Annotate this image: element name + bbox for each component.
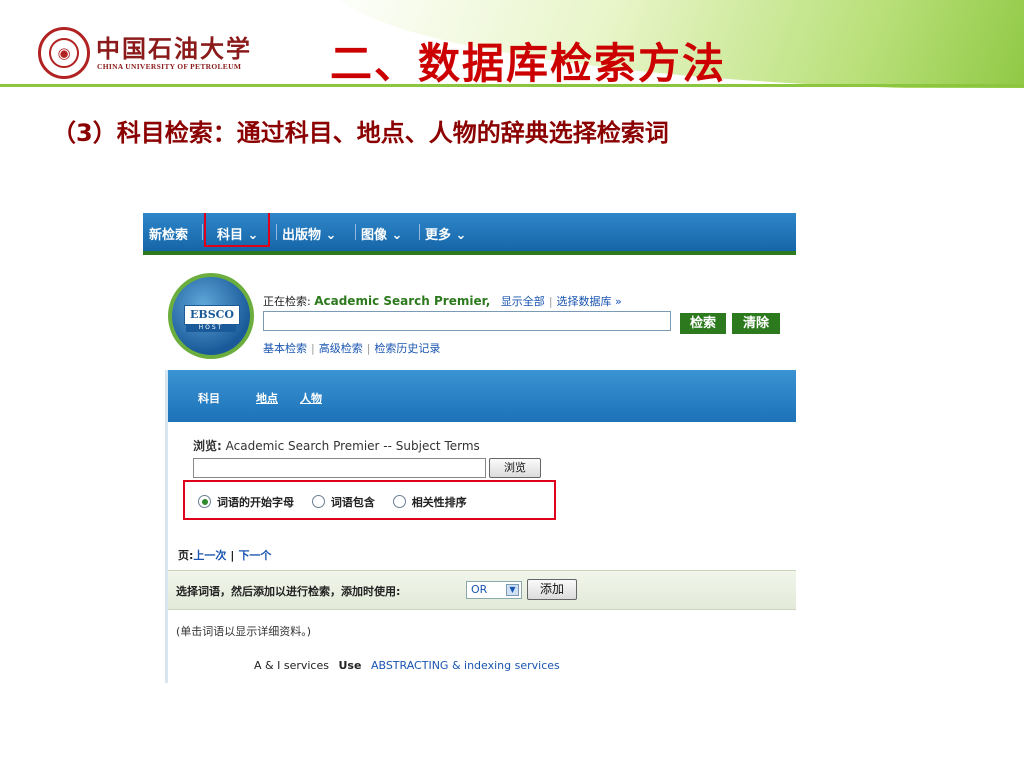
nav-new-search[interactable]: 新检索 xyxy=(149,224,188,243)
university-emblem-icon: ◉ xyxy=(38,27,90,79)
highlight-box-options xyxy=(183,480,556,520)
subject-browse-panel: 科目 地点 人物 浏览: Academic Search Premier -- … xyxy=(165,370,796,683)
chevron-down-icon: ▼ xyxy=(506,584,519,596)
pager-next-link[interactable]: 下一个 xyxy=(238,549,271,562)
ebsco-logo-text: EBSCO xyxy=(184,305,240,325)
browse-source: Academic Search Premier -- Subject Terms xyxy=(225,439,480,453)
search-history-link[interactable]: 检索历史记录 xyxy=(374,342,440,355)
slide-title: 二、数据库检索方法 xyxy=(330,39,727,88)
detail-hint: (单击词语以显示详细资料。) xyxy=(176,625,312,638)
browse-button[interactable]: 浏览 xyxy=(489,458,541,478)
browse-label: 浏览: xyxy=(193,439,222,453)
ebsco-logo: EBSCO HOST xyxy=(168,273,254,359)
database-name: Academic Search Premier, xyxy=(314,294,491,308)
tab-people[interactable]: 人物 xyxy=(300,390,322,406)
pager-prev-link[interactable]: 上一次 xyxy=(193,549,226,562)
browse-title: 浏览: Academic Search Premier -- Subject T… xyxy=(193,437,480,454)
term-target-link[interactable]: ABSTRACTING & indexing services xyxy=(371,659,560,672)
nav-separator xyxy=(355,224,356,240)
term-name: A & I services xyxy=(254,659,329,672)
topbar-accent-line xyxy=(143,251,796,255)
searching-line: 正在检索: Academic Search Premier, 显示全部 | 选择数据… xyxy=(263,294,622,308)
search-button[interactable]: 检索 xyxy=(680,313,726,334)
ebsco-screenshot: 新检索 科目 ⌄ 出版物 ⌄ 图像 ⌄ 更多 ⌄ EBSCO HOST 正在检索… xyxy=(143,213,796,683)
panel-header: 科目 地点 人物 xyxy=(168,370,796,422)
nav-separator xyxy=(276,224,277,240)
advanced-search-link[interactable]: 高级检索 xyxy=(319,342,363,355)
nav-publications[interactable]: 出版物 ⌄ xyxy=(282,224,336,243)
add-button[interactable]: 添加 xyxy=(527,579,577,600)
browse-input[interactable] xyxy=(193,458,486,478)
pager: 页:上一次 | 下一个 xyxy=(178,549,272,562)
add-term-bar: 选择词语，然后添加以进行检索，添加时使用: OR ▼ 添加 xyxy=(168,570,796,610)
searching-label: 正在检索: xyxy=(263,295,311,308)
search-input[interactable] xyxy=(263,311,671,331)
nav-images[interactable]: 图像 ⌄ xyxy=(361,224,402,243)
show-all-link[interactable]: 显示全部 xyxy=(501,295,545,308)
nav-separator xyxy=(202,224,203,240)
pager-label: 页: xyxy=(178,549,194,562)
university-name-en: CHINA UNIVERSITY OF PETROLEUM xyxy=(97,62,242,71)
chevron-down-icon: ⌄ xyxy=(391,228,403,243)
slide-subtitle: （3）科目检索：通过科目、地点、人物的辞典选择检索词 xyxy=(52,119,669,147)
tab-subject[interactable]: 科目 xyxy=(198,390,220,406)
tab-location[interactable]: 地点 xyxy=(256,390,278,406)
clear-button[interactable]: 清除 xyxy=(732,313,780,334)
university-name-cn: 中国石油大学 xyxy=(96,34,252,63)
ebsco-host-text: HOST xyxy=(186,324,236,332)
chevron-down-icon: ⌄ xyxy=(325,228,337,243)
chevron-down-icon: ⌄ xyxy=(455,228,467,243)
highlight-box-subject xyxy=(204,213,270,247)
nav-separator xyxy=(419,224,420,240)
emblem-inner: ◉ xyxy=(49,38,79,68)
use-label: Use xyxy=(338,659,362,672)
basic-search-link[interactable]: 基本检索 xyxy=(263,342,307,355)
list-item: A & I services Use ABSTRACTING & indexin… xyxy=(254,659,560,672)
select-instruction: 选择词语，然后添加以进行检索，添加时使用: xyxy=(176,585,401,598)
nav-more[interactable]: 更多 ⌄ xyxy=(425,224,466,243)
operator-select[interactable]: OR ▼ xyxy=(466,581,522,599)
choose-database-link[interactable]: 选择数据库 » xyxy=(557,295,622,308)
search-mode-links: 基本检索 | 高级检索 | 检索历史记录 xyxy=(263,342,441,355)
